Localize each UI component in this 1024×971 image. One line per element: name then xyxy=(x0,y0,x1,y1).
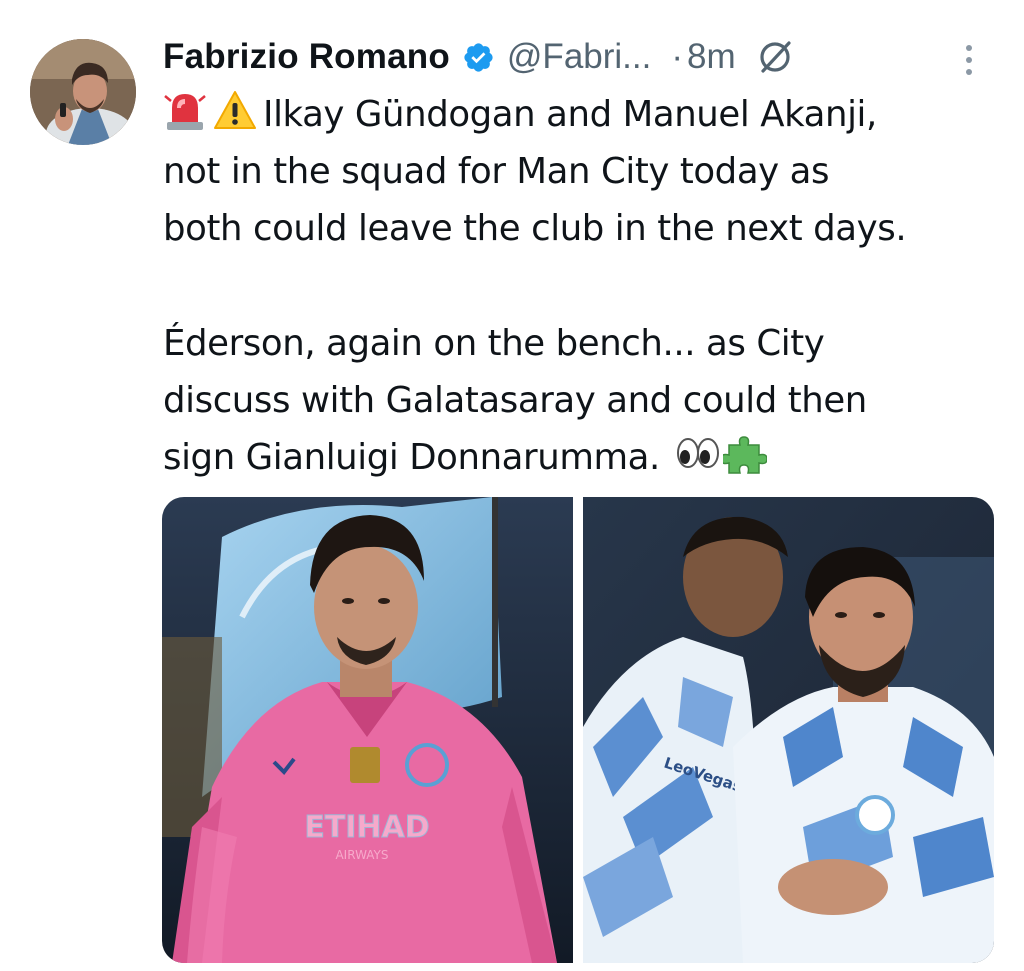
tweet-text: Ilkay Gündogan and Manuel Akanji, not in… xyxy=(163,86,1003,486)
gundogan-akanji-photo: LeoVegas xyxy=(583,497,994,963)
tweet-text-line: Ilkay Gündogan and Manuel Akanji, xyxy=(163,86,1003,143)
separator-dot: · xyxy=(671,37,684,76)
ederson-photo: ETIHAD AIRWAYS xyxy=(162,497,573,963)
grok-icon[interactable] xyxy=(756,38,794,76)
tweet-text-line-5: discuss with Galatasaray and could then xyxy=(163,380,867,421)
tweet-text-line-2: not in the squad for Man City today as xyxy=(163,151,830,192)
tweet-text-line-3: both could leave the club in the next da… xyxy=(163,208,907,249)
paragraph-break xyxy=(163,257,1003,315)
tweet-time[interactable]: 8m xyxy=(687,37,736,77)
tweet-text-line: sign Gianluigi Donnarumma. xyxy=(163,429,1003,486)
verified-badge-icon[interactable] xyxy=(462,41,495,74)
tweet-text-line-6: sign Gianluigi Donnarumma. xyxy=(163,437,660,478)
police-light-emoji-icon xyxy=(163,88,207,132)
media-photo-gundogan-akanji[interactable]: LeoVegas xyxy=(583,497,994,963)
author-avatar[interactable] xyxy=(30,39,136,145)
tweet-text-line-1: Ilkay Gündogan and Manuel Akanji, xyxy=(263,94,877,135)
author-handle[interactable]: @Fabri... xyxy=(507,37,651,77)
tweet-text-line-4: Éderson, again on the bench... as City xyxy=(163,323,825,364)
media-grid: ETIHAD AIRWAYS LeoVegas xyxy=(162,497,994,963)
media-photo-ederson[interactable]: ETIHAD AIRWAYS xyxy=(162,497,573,963)
jersey-sponsor-subtext: AIRWAYS xyxy=(335,848,388,862)
tweet-header: Fabrizio Romano @Fabri... · 8m xyxy=(163,33,794,81)
eyes-emoji-icon xyxy=(675,431,721,475)
profile-photo xyxy=(30,39,136,145)
author-name[interactable]: Fabrizio Romano xyxy=(163,37,450,77)
puzzle-piece-emoji-icon xyxy=(720,431,768,475)
warning-emoji-icon xyxy=(213,88,257,132)
more-vertical-icon[interactable] xyxy=(958,42,980,78)
jersey-sponsor-text: ETIHAD xyxy=(304,810,429,845)
